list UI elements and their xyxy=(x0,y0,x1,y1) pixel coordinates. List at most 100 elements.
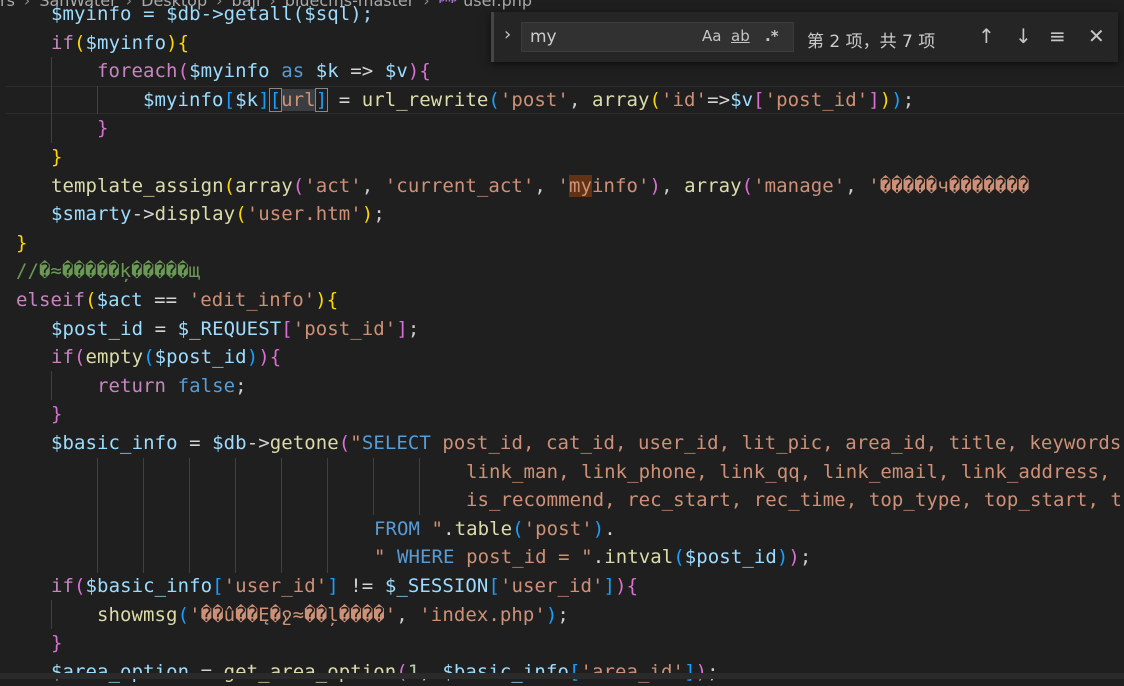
indent-guide xyxy=(143,458,144,573)
code-token: 'post_id' xyxy=(764,88,869,111)
code-token: SELECT xyxy=(361,432,431,454)
code-line: } xyxy=(51,403,63,426)
code-token: 'manage' xyxy=(753,174,846,197)
find-in-selection-icon[interactable]: ≡ xyxy=(1049,24,1066,48)
code-line: $myinfo[$k][url] = url_rewrite('post', a… xyxy=(143,87,915,112)
code-token: post_id = " xyxy=(454,546,593,569)
code-token: post_id, cat_id, user_id, lit_pic, area_… xyxy=(430,432,1122,454)
code-token: 'area_id' xyxy=(580,660,685,683)
code-token: $db xyxy=(212,432,247,454)
horizontal-scrollbar[interactable] xyxy=(0,673,1124,679)
indent-guide xyxy=(235,458,236,573)
code-token: $k xyxy=(315,60,339,83)
code-token: $myinfo xyxy=(143,88,224,111)
code-token: elseif xyxy=(16,289,86,311)
code-line: } xyxy=(51,146,63,168)
code-editor[interactable]: rs › SanWater › Desktop › baji › bluecms-master ›… xyxy=(0,0,1124,683)
code-token: showmsg xyxy=(97,603,178,626)
code-token: $v xyxy=(384,60,408,83)
code-token: link_man, link_phone, link_qq, link_emai… xyxy=(466,460,1111,483)
code-token: 'index.php' xyxy=(419,603,546,626)
find-match: my xyxy=(568,174,592,197)
close-icon[interactable]: ✕ xyxy=(1088,24,1105,48)
code-token: 'post' xyxy=(499,88,569,111)
code-token: url xyxy=(281,88,316,111)
toggle-replace-chevron-icon[interactable]: › xyxy=(504,24,511,45)
indent-guide xyxy=(327,458,328,573)
code-token: foreach xyxy=(97,60,178,83)
find-input-box[interactable]: Aa ab .* xyxy=(521,22,794,52)
code-line: foreach($myinfo as $k => $v){ xyxy=(97,60,431,83)
code-line: if($basic_info['user_id'] != $_SESSION['… xyxy=(51,575,639,597)
code-line: template_assign(array('act', 'current_ac… xyxy=(51,174,1030,197)
breadcrumb-item[interactable]: rs xyxy=(0,0,15,10)
code-token: $basic_info xyxy=(442,660,569,683)
code-line: } xyxy=(51,632,63,655)
code-line: } xyxy=(16,231,28,254)
indent-guide xyxy=(97,86,98,114)
code-token: getone xyxy=(269,432,339,454)
code-token: $myinfo = $db->getall($sql); xyxy=(51,3,374,25)
regex-button[interactable]: .* xyxy=(765,27,779,45)
code-token: $post_id xyxy=(684,546,777,569)
code-token: empty xyxy=(85,346,144,369)
code-token: 'user_id' xyxy=(499,575,604,597)
indent-guide xyxy=(51,57,52,143)
whole-word-button[interactable]: ab xyxy=(731,27,750,45)
code-token: array xyxy=(591,88,650,111)
code-token: 'edit_info' xyxy=(188,289,316,311)
code-line: } xyxy=(97,117,109,140)
code-line: $basic_info = $db->getone("SELECT post_i… xyxy=(51,432,1122,454)
indent-guide xyxy=(97,458,98,573)
code-token: $post_id xyxy=(51,317,144,340)
code-token: intval xyxy=(604,546,674,569)
previous-match-arrow-up-icon[interactable]: ↑ xyxy=(978,24,995,48)
code-token: '�����ч������� xyxy=(868,174,1030,197)
code-line: $smarty->display('user.htm'); xyxy=(51,203,385,226)
code-token: display xyxy=(154,203,236,226)
code-token: table xyxy=(454,517,513,540)
code-comment: //�≈�����ķ�����щ xyxy=(16,260,201,283)
code-line: " WHERE post_id = ".intval($post_id)); xyxy=(374,546,812,569)
code-line: if(empty($post_id)){ xyxy=(51,346,282,369)
code-token: $smarty xyxy=(51,203,132,226)
code-line: $myinfo = $db->getall($sql); xyxy=(51,0,373,29)
code-token: if xyxy=(51,31,75,54)
code-token: $myinfo xyxy=(85,31,167,54)
code-token: array xyxy=(684,174,742,197)
code-line: FROM ".table('post'). xyxy=(374,517,616,540)
code-token: url_rewrite xyxy=(361,88,489,111)
code-token: return xyxy=(97,374,167,397)
code-token: $area_option xyxy=(51,660,190,683)
code-line: return false; xyxy=(97,374,247,397)
code-token: $k xyxy=(235,88,259,111)
code-token: $myinfo xyxy=(189,60,270,83)
code-token: $_SESSION xyxy=(384,575,489,597)
find-widget: › Aa ab .* 第 2 项，共 7 项 ↑ ↓ ≡ ✕ xyxy=(491,12,1118,62)
indent-guide xyxy=(281,458,282,573)
code-line: if($myinfo){ xyxy=(51,31,190,54)
code-line: link_man, link_phone, link_qq, link_emai… xyxy=(466,458,1111,487)
code-token: '��û��Ę�ջ≈��ļ����' xyxy=(189,603,397,626)
next-match-arrow-down-icon[interactable]: ↓ xyxy=(1015,24,1032,48)
code-line: $area_option = get_area_option(1, $basic… xyxy=(51,660,719,683)
code-line: elseif($act == 'edit_info'){ xyxy=(16,289,339,311)
code-token: 'post_id' xyxy=(292,317,397,340)
code-token: 'post' xyxy=(523,517,593,540)
code-token: as xyxy=(281,60,305,83)
chevron-right-icon: › xyxy=(23,0,31,10)
indent-guide xyxy=(51,371,52,400)
match-case-button[interactable]: Aa xyxy=(702,27,721,45)
code-token: get_area_option xyxy=(223,660,397,683)
code-token: WHERE xyxy=(385,546,455,569)
code-token: 'current_act' xyxy=(384,174,535,197)
code-line: is_recommend, rec_start, rec_time, top_t… xyxy=(466,486,1122,515)
breadcrumb-file[interactable]: user.php xyxy=(463,0,532,10)
code-token: $post_id xyxy=(154,346,247,369)
indent-guide xyxy=(373,458,374,515)
code-token: 'act' xyxy=(304,174,362,197)
code-line: //�≈�����ķ�����щ xyxy=(16,257,200,286)
indent-guide xyxy=(419,458,420,515)
find-input[interactable] xyxy=(530,26,690,48)
code-line: $post_id = $_REQUEST['post_id']; xyxy=(51,317,420,340)
